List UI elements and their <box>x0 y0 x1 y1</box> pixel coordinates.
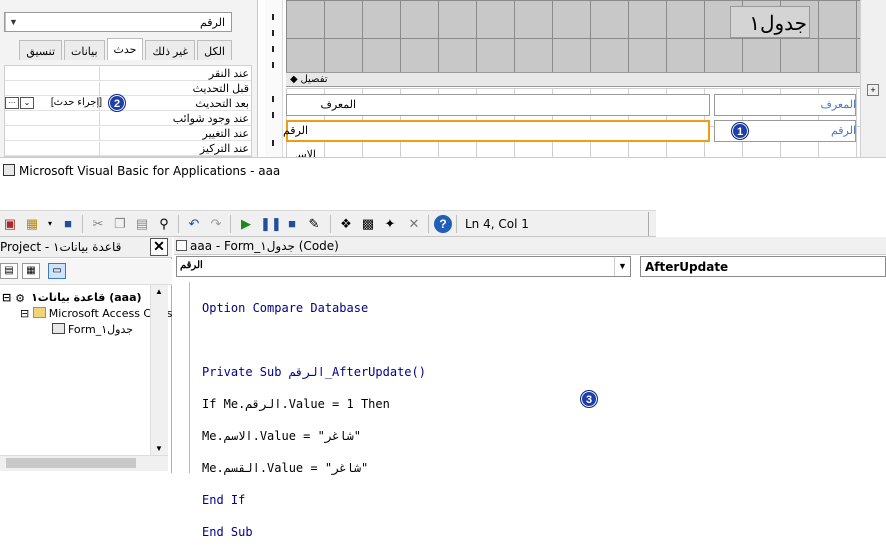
vba-app-icon <box>3 164 15 176</box>
tab-all[interactable]: الكل <box>197 40 232 60</box>
property-tabs: الكل غير ذلك حدث بيانات تنسيق <box>4 38 232 60</box>
project-icon: ⚙ <box>15 292 25 305</box>
chevron-down-icon[interactable]: ▼ <box>614 257 630 276</box>
reset-icon[interactable]: ■ <box>284 216 300 232</box>
detail-section-bar[interactable]: ◆ تفصيل <box>286 72 860 87</box>
move-handle-icon[interactable]: + <box>867 84 879 96</box>
event-row-on-focus[interactable]: عند التركيز <box>5 141 251 156</box>
project-vertical-scrollbar[interactable]: ▲ ▼ <box>150 285 168 455</box>
procedure-combo[interactable]: AfterUpdate <box>640 256 886 277</box>
name-field-label: الاسم <box>296 149 316 157</box>
code-line: Me.الاسم.Value = "شاغر" <box>202 429 361 443</box>
procedure-combo-value: AfterUpdate <box>645 260 729 274</box>
view-object-icon[interactable]: ▦ <box>22 263 40 279</box>
tab-other[interactable]: غير ذلك <box>145 40 196 60</box>
paste-icon[interactable]: ▤ <box>134 216 150 232</box>
scroll-thumb[interactable] <box>6 458 136 468</box>
id-caption-label: المعرف <box>820 99 856 111</box>
project-pane-toolbar: ▤ ▦ ▭ <box>0 259 172 285</box>
code-window-title: aaa - Form_جدول١ (Code) <box>190 239 339 253</box>
tree-root-node[interactable]: ⊟ ⚙ قاعدة بيانات١ (aaa) <box>2 291 142 305</box>
toolbox-icon[interactable]: ✕ <box>406 216 422 232</box>
help-icon[interactable]: ? <box>434 215 452 233</box>
annotation-badge-1: 1 <box>731 122 749 140</box>
vba-menu-bar <box>0 185 886 210</box>
vba-standard-toolbar: ▣ ▦ ▾ ■ ✂ ❐ ▤ ⚲ ↶ ↷ ▶ ❚❚ ■ ✎ ❖ ▩ ✦ ✕ ? <box>0 210 656 237</box>
copy-icon[interactable]: ❐ <box>112 216 128 232</box>
code-line: End Sub <box>202 525 253 539</box>
cursor-position: Ln 4, Col 1 <box>465 217 529 231</box>
code-line: Option Compare Database <box>202 301 369 315</box>
code-window-title-bar: aaa - Form_جدول١ (Code) <box>174 237 886 255</box>
vba-title-bar: Microsoft Visual Basic for Applications … <box>0 157 886 185</box>
code-editor[interactable]: Option Compare Database ​ Private Sub ال… <box>202 284 882 539</box>
folder-icon <box>32 307 46 318</box>
project-explorer-icon[interactable]: ❖ <box>338 216 354 232</box>
collapse-icon[interactable]: ⊟ <box>2 291 11 304</box>
id-field-label: المعرف <box>320 99 356 111</box>
tab-data[interactable]: بيانات <box>64 40 105 60</box>
code-line: If Me.الرقم.Value = 1 Then <box>202 397 390 411</box>
toggle-folders-icon[interactable]: ▭ <box>48 263 66 279</box>
code-line: End If <box>202 493 246 507</box>
find-icon[interactable]: ⚲ <box>156 216 172 232</box>
form-module-icon <box>52 323 65 334</box>
tab-format[interactable]: تنسيق <box>19 40 62 60</box>
annotation-badge-3: 3 <box>580 390 598 408</box>
code-window-icon <box>176 240 187 251</box>
save-icon[interactable]: ■ <box>60 216 76 232</box>
number-field-label: الرقم <box>282 125 308 137</box>
event-row-on-change[interactable]: عند التغيير <box>5 126 251 141</box>
event-row-on-click[interactable]: عند النقر <box>5 66 251 81</box>
number-textbox-selected[interactable] <box>286 120 710 142</box>
vertical-ruler <box>265 0 283 157</box>
project-pane-header: Project - قاعدة بيانات١ <box>0 237 172 258</box>
project-pane-title: Project - قاعدة بيانات١ <box>0 240 122 254</box>
properties-window-icon[interactable]: ▩ <box>360 216 376 232</box>
insert-userform-icon[interactable]: ▦ <box>24 216 40 232</box>
chevron-down-icon[interactable]: ▼ <box>5 13 21 31</box>
annotation-badge-2: 2 <box>108 94 126 112</box>
object-browser-icon[interactable]: ✦ <box>382 216 398 232</box>
toolbar-options[interactable] <box>648 212 656 236</box>
event-dropdown-button[interactable]: ⌄ <box>20 97 34 109</box>
event-row-on-dirty[interactable]: عند وجود شوائب <box>5 111 251 126</box>
close-icon[interactable]: ✕ <box>150 238 168 256</box>
redo-icon[interactable]: ↷ <box>208 216 224 232</box>
event-builder-buttons: ··· ⌄ <box>5 97 34 109</box>
designer-scrollbar[interactable]: + <box>860 0 886 157</box>
view-access-icon[interactable]: ▣ <box>2 216 18 232</box>
section-label: ◆ تفصيل <box>290 74 328 85</box>
object-combo[interactable]: الرقم ▼ <box>176 256 631 277</box>
event-row-before-update[interactable]: قبل التحديث <box>5 81 251 96</box>
object-combo-value: الرقم <box>180 260 203 271</box>
vba-window-title: Microsoft Visual Basic for Applications … <box>19 164 281 178</box>
after-update-value[interactable]: [إجراء حدث] <box>42 97 102 110</box>
cut-icon[interactable]: ✂ <box>90 216 106 232</box>
design-mode-icon[interactable]: ✎ <box>306 216 322 232</box>
tab-event[interactable]: حدث <box>106 38 144 60</box>
undo-icon[interactable]: ↶ <box>186 216 202 232</box>
build-ellipsis-button[interactable]: ··· <box>5 97 19 109</box>
object-selector-value: الرقم <box>199 17 225 29</box>
collapse-icon[interactable]: ⊟ <box>20 307 29 320</box>
insert-dropdown-icon[interactable]: ▾ <box>42 216 58 232</box>
code-line: Me.القسم.Value = "شاغر" <box>202 461 369 475</box>
code-margin-indicator[interactable] <box>176 282 190 473</box>
code-line: Private Sub الرقم_AfterUpdate() <box>202 365 426 379</box>
number-caption-label: الرقم <box>830 125 856 137</box>
break-icon[interactable]: ❚❚ <box>260 216 282 232</box>
project-horizontal-scrollbar[interactable] <box>0 455 168 471</box>
form-title-label[interactable]: جدول١ <box>730 6 810 38</box>
code-line: ​ <box>202 332 882 348</box>
view-code-icon[interactable]: ▤ <box>0 263 18 279</box>
object-selector[interactable]: الرقم ▼ <box>4 12 232 32</box>
event-property-grid: عند النقر قبل التحديث بعد التحديث عند وج… <box>4 65 252 157</box>
run-icon[interactable]: ▶ <box>238 216 254 232</box>
tree-form-node[interactable]: Form_جدول١ <box>52 323 133 336</box>
